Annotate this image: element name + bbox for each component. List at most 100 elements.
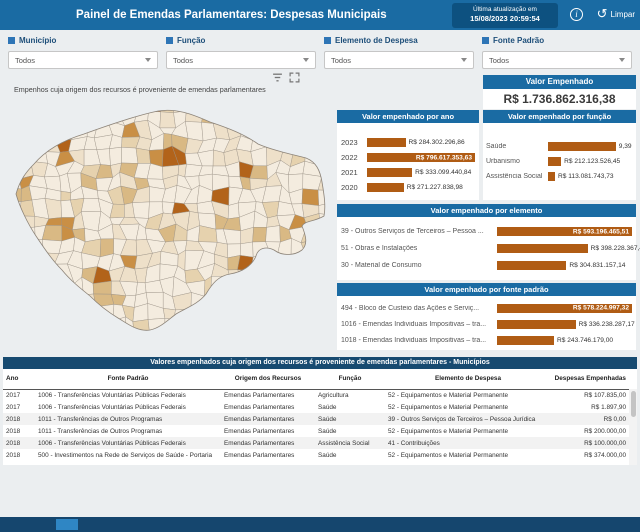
municipality-shape[interactable]: [230, 344, 241, 350]
municipality-shape[interactable]: [230, 276, 244, 295]
parana-map-svg[interactable]: [6, 98, 332, 350]
municipality-shape[interactable]: [269, 347, 281, 350]
bar[interactable]: [548, 172, 555, 181]
municipality-shape[interactable]: [6, 319, 20, 332]
municipality-shape[interactable]: [185, 329, 204, 349]
municipality-shape[interactable]: [254, 99, 269, 114]
municipality-shape[interactable]: [314, 253, 332, 271]
municipality-shape[interactable]: [241, 302, 252, 323]
bar[interactable]: [497, 244, 588, 253]
bar[interactable]: [367, 168, 412, 177]
municipality-shape[interactable]: [276, 305, 295, 322]
municipality-shape[interactable]: [95, 316, 113, 329]
municipality-shape[interactable]: [290, 320, 309, 334]
municipality-shape[interactable]: [44, 111, 59, 126]
municipality-shape[interactable]: [6, 146, 16, 166]
slicer-dropdown-municipio[interactable]: Todos: [8, 51, 158, 69]
municipality-shape[interactable]: [303, 329, 317, 344]
municipality-shape[interactable]: [266, 111, 279, 125]
municipality-shape[interactable]: [240, 242, 253, 257]
municipality-shape[interactable]: [276, 278, 294, 296]
municipality-shape[interactable]: [308, 320, 317, 331]
municipality-shape[interactable]: [95, 328, 110, 348]
municipality-shape[interactable]: [212, 330, 230, 347]
municipality-shape[interactable]: [84, 328, 98, 348]
municipality-shape[interactable]: [185, 343, 204, 351]
municipality-shape[interactable]: [330, 212, 332, 229]
municipality-shape[interactable]: [266, 251, 277, 267]
municipality-shape[interactable]: [30, 150, 47, 164]
municipality-shape[interactable]: [30, 291, 46, 307]
municipality-shape[interactable]: [328, 303, 332, 320]
municipality-shape[interactable]: [266, 226, 281, 242]
municipality-shape[interactable]: [29, 98, 44, 111]
municipality-shape[interactable]: [327, 238, 332, 257]
municipality-shape[interactable]: [290, 306, 309, 322]
bar[interactable]: [497, 320, 576, 329]
municipality-shape[interactable]: [294, 291, 307, 309]
municipality-shape[interactable]: [318, 190, 332, 206]
municipality-shape[interactable]: [46, 307, 59, 322]
municipality-shape[interactable]: [48, 123, 56, 140]
municipality-shape[interactable]: [173, 341, 190, 350]
municipality-shape[interactable]: [32, 305, 48, 322]
municipality-shape[interactable]: [98, 346, 109, 351]
bar[interactable]: R$ 796.617.353,63: [367, 153, 475, 162]
municipality-shape[interactable]: [6, 135, 19, 149]
municipality-shape[interactable]: [184, 317, 204, 334]
municipality-shape[interactable]: [225, 302, 243, 317]
municipality-shape[interactable]: [30, 345, 46, 350]
municipality-shape[interactable]: [18, 107, 32, 126]
municipality-shape[interactable]: [44, 347, 60, 350]
municipality-shape[interactable]: [15, 146, 31, 162]
municipality-shape[interactable]: [202, 306, 215, 323]
municipality-shape[interactable]: [21, 239, 36, 255]
municipality-shape[interactable]: [290, 123, 304, 140]
municipality-shape[interactable]: [43, 264, 55, 283]
municipality-shape[interactable]: [137, 98, 150, 114]
municipality-shape[interactable]: [6, 267, 22, 283]
municipality-shape[interactable]: [46, 320, 59, 329]
municipality-shape[interactable]: [46, 329, 60, 349]
municipality-shape[interactable]: [56, 292, 74, 309]
municipality-shape[interactable]: [20, 330, 33, 345]
municipality-shape[interactable]: [33, 317, 48, 334]
bar[interactable]: [497, 261, 566, 270]
municipality-shape[interactable]: [6, 330, 21, 343]
municipality-shape[interactable]: [30, 253, 44, 271]
municipality-shape[interactable]: [316, 320, 332, 333]
municipality-shape[interactable]: [147, 346, 161, 350]
bar[interactable]: [497, 336, 554, 345]
municipality-shape[interactable]: [95, 98, 112, 114]
municipality-shape[interactable]: [61, 191, 71, 201]
municipality-shape[interactable]: [328, 265, 333, 284]
municipality-shape[interactable]: [277, 317, 295, 335]
municipality-shape[interactable]: [6, 251, 21, 268]
municipality-shape[interactable]: [305, 266, 319, 281]
municipality-shape[interactable]: [46, 292, 59, 308]
municipality-shape[interactable]: [307, 304, 321, 321]
municipality-shape[interactable]: [68, 98, 88, 113]
municipality-shape[interactable]: [263, 304, 277, 317]
municipality-shape[interactable]: [83, 306, 99, 323]
municipality-shape[interactable]: [331, 172, 332, 193]
municipality-shape[interactable]: [288, 254, 305, 267]
municipality-shape[interactable]: [331, 202, 332, 215]
municipality-shape[interactable]: [319, 165, 332, 177]
municipality-shape[interactable]: [317, 342, 332, 350]
municipality-shape[interactable]: [21, 252, 32, 271]
municipality-shape[interactable]: [318, 147, 332, 165]
municipality-shape[interactable]: [276, 98, 295, 111]
municipality-shape[interactable]: [172, 317, 190, 334]
municipality-shape[interactable]: [302, 189, 319, 206]
municipality-shape[interactable]: [213, 344, 231, 350]
municipality-shape[interactable]: [57, 329, 74, 349]
municipality-shape[interactable]: [72, 348, 87, 350]
municipality-shape[interactable]: [87, 108, 98, 124]
municipality-shape[interactable]: [201, 319, 214, 330]
municipality-shape[interactable]: [267, 317, 279, 336]
municipality-shape[interactable]: [314, 122, 332, 139]
column-header[interactable]: Despesas Empenhadas: [551, 369, 629, 389]
municipality-shape[interactable]: [253, 227, 267, 242]
municipality-shape[interactable]: [57, 320, 74, 329]
